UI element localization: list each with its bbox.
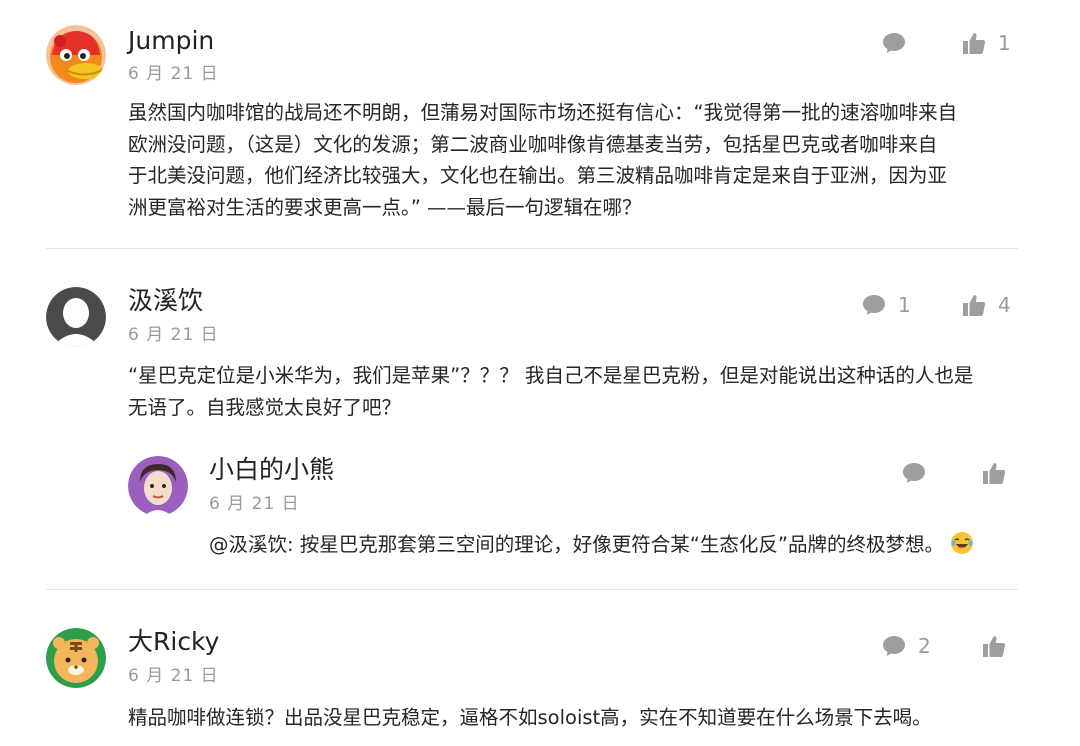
comment-author[interactable]: 汲溪饮 [128,286,203,316]
tiger-avatar-icon[interactable] [46,628,106,688]
reply-button[interactable]: 1 [862,290,911,320]
like-button[interactable] [982,458,1006,488]
thumbs-up-icon [963,33,986,54]
like-count: 1 [998,31,1011,55]
comment-author[interactable]: 大Ricky [128,627,219,657]
divider [46,248,1018,249]
speech-bubble-icon [903,463,925,483]
reply-date: 6 月 21 日 [209,494,300,514]
thumbs-up-icon [983,463,1006,484]
like-button[interactable]: 4 [962,290,1011,320]
reply-count: 2 [918,634,931,658]
thumbs-up-icon [983,636,1006,657]
comment-text-line: “星巴克定位是小米华为，我们是苹果”？？？ 我自己不是星巴克粉，但是对能说出这种… [128,364,974,387]
like-button[interactable] [982,631,1006,661]
comment-date: 6 月 21 日 [128,325,219,345]
reply-button[interactable] [882,28,906,58]
reply-count: 1 [898,293,911,317]
comment-author[interactable]: Jumpin [128,26,214,56]
comment-item: Jumpin 6 月 21 日 1 虽然国内咖啡馆的战局还不明朗，但蒲易对国际市… [0,0,1080,248]
cartoon-face-avatar-icon[interactable] [128,456,188,516]
like-count: 4 [998,293,1011,317]
divider [46,589,1018,590]
speech-bubble-icon [883,33,905,53]
like-button[interactable]: 1 [962,28,1011,58]
comment-date: 6 月 21 日 [128,666,219,686]
comment-text-line: 虽然国内咖啡馆的战局还不明朗，但蒲易对国际市场还挺有信心：“我觉得第一批的速溶咖… [128,101,958,124]
comment-text-line: 无语了。自我感觉太良好了吧？ [128,395,402,419]
comment-text-line: 于北美没问题，他们经济比较强大，文化也在输出。第三波精品咖啡肯定是来自于亚洲，因… [128,164,948,187]
reply-text: @汲溪饮: 按星巴克那套第三空间的理论，好像更符合某“生态化反”品牌的终极梦想。 [209,529,974,565]
speech-bubble-icon [883,636,905,656]
reply-button[interactable]: 2 [882,631,931,661]
reply-button[interactable] [902,458,926,488]
thumbs-up-icon [963,295,986,316]
comment-text-line: 洲更富裕对生活的要求更高一点。” ——最后一句逻辑在哪？ [128,195,642,219]
comment-text-line: 精品咖啡做连锁？出品没星巴克稳定，逼格不如soloist高，实在不知道要在什么场… [128,706,932,729]
default-user-avatar-icon[interactable] [46,287,106,347]
reply-text-content: @汲溪饮: 按星巴克那套第三空间的理论，好像更符合某“生态化反”品牌的终极梦想。 [209,533,944,556]
speech-bubble-icon [863,295,885,315]
reply-author[interactable]: 小白的小熊 [209,455,334,485]
comment-text-line: 欧洲没问题，（这是）文化的发源；第二波商业咖啡像肯德基麦当劳，包括星巴克或者咖啡… [128,132,938,156]
comment-date: 6 月 21 日 [128,64,219,84]
duck-avatar-icon[interactable] [46,25,106,85]
laughing-tears-emoji-icon [950,531,974,565]
